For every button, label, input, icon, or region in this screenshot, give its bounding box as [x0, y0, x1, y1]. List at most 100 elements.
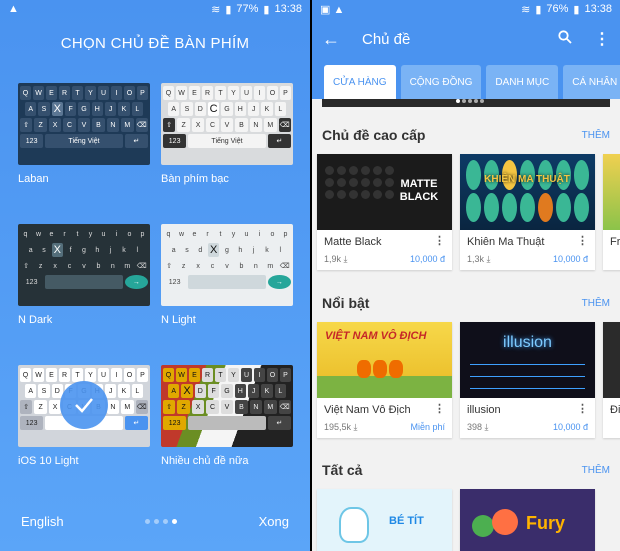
theme-price: 10,000 đ: [552, 254, 588, 264]
battery-icon: ▮: [573, 3, 580, 16]
card-menu-icon[interactable]: ⋮: [434, 236, 445, 248]
clock: 13:38: [584, 3, 612, 15]
download-icon: ⤓: [484, 422, 489, 432]
theme-preview: qwertyuiop asdXghjkl ⇧ z x c v b n m ⌫ 123 →: [161, 224, 293, 306]
page-title: CHỌN CHỦ ĐỀ BÀN PHÍM: [60, 35, 250, 52]
tab-community[interactable]: CỘNG ĐỒNG: [400, 65, 482, 99]
featured-banner[interactable]: [322, 99, 610, 107]
page-title: Chủ đề: [362, 30, 411, 48]
section-title: Tất cả: [322, 462, 363, 478]
theme-card[interactable]: VIỆT NAM VÔ ĐỊCH Việt Nam Vô Địch ⋮ 195,5…: [317, 322, 452, 438]
tab-store[interactable]: CỬA HÀNG: [324, 65, 396, 99]
theme-n-light[interactable]: qwertyuiop asdXghjkl ⇧ z x c v b n m ⌫ 123 → N Li…: [161, 224, 293, 326]
theme-card[interactable]: BÉ TÍT: [317, 489, 452, 551]
battery-level: 76%: [546, 3, 569, 15]
theme-name: N Dark: [18, 314, 53, 326]
theme-name: Laban: [18, 173, 49, 185]
theme-thumbnail: VIỆT NAM VÔ ĐỊCH: [317, 322, 452, 398]
clock: 13:38: [274, 3, 302, 15]
download-icon: ⤓: [343, 254, 348, 264]
signal-icon: ▮: [535, 3, 542, 16]
theme-name: N Light: [161, 314, 196, 326]
language-button[interactable]: English: [21, 514, 64, 529]
see-more-link[interactable]: THÊM: [582, 298, 610, 309]
more-options-icon[interactable]: ⋮: [594, 29, 610, 49]
download-count: 195,5k ⤓: [324, 422, 358, 432]
theme-more[interactable]: QWERTYUIOP AXDFGHJKL ⇧ Z X C V B N M ⌫ 123 ↵ Nhiề…: [161, 365, 293, 467]
wifi-icon: ≋: [211, 3, 221, 16]
theme-thumbnail: illusion: [460, 322, 595, 398]
card-menu-icon[interactable]: ⋮: [434, 404, 445, 416]
theme-card-name: Fr: [610, 236, 620, 248]
theme-card-name: illusion: [467, 404, 501, 416]
theme-thumbnail: [603, 322, 620, 398]
warning-icon: ▲: [8, 3, 19, 15]
theme-price: 10,000 đ: [552, 422, 588, 432]
theme-thumbnail: BÉ TÍT: [317, 489, 452, 551]
section-all: Tất cả THÊM BÉ TÍT Fury: [312, 459, 620, 551]
theme-preview: qwertyuiop asXfghjkl ⇧ z x c v b n m ⌫ 123 →: [18, 224, 150, 306]
card-menu-icon[interactable]: ⋮: [577, 404, 588, 416]
done-button[interactable]: Xong: [259, 514, 289, 529]
theme-thumbnail: Fury: [460, 489, 595, 551]
tab-categories[interactable]: DANH MỤC: [486, 65, 559, 99]
battery-icon: ▮: [263, 3, 270, 16]
download-count: 1,3k ⤓: [467, 254, 491, 264]
section-featured: Nổi bật THÊM VIỆT NAM VÔ ĐỊCH Việt Nam V…: [312, 292, 620, 438]
theme-preview: QWERTYUIOP ASXFGHJKL ⇧ Z X C V B N M ⌫ 123 Tiếng …: [18, 83, 150, 165]
theme-card-name: Việt Nam Vô Địch: [324, 404, 411, 416]
theme-card[interactable]: MATTE BLACK Matte Black ⋮ 1,9k ⤓ 10,000 đ: [317, 154, 452, 270]
theme-picker-panel: ▲ ≋ ▮ 77% ▮ 13:38 CHỌN CHỦ ĐỀ BÀN PHÍM Q…: [0, 0, 310, 551]
theme-card-name: Đi: [610, 404, 620, 416]
page-indicator: [145, 519, 178, 524]
theme-card[interactable]: illusion illusion ⋮ 398 ⤓ 10,000 đ: [460, 322, 595, 438]
theme-silver[interactable]: QWERTYUIOP ASDCGHJKL ⇧ Z X C V B N M ⌫ 123 Tiếng …: [161, 83, 293, 185]
download-icon: ⤓: [486, 254, 491, 264]
theme-price: Miễn phí: [410, 422, 445, 432]
theme-name: Bàn phím bạc: [161, 173, 229, 185]
theme-card-name: Khiên Ma Thuật: [467, 236, 545, 248]
download-icon: ⤓: [353, 422, 358, 432]
card-menu-icon[interactable]: ⋮: [577, 236, 588, 248]
theme-card[interactable]: Đi: [603, 322, 620, 438]
section-title: Nổi bật: [322, 295, 370, 311]
theme-laban[interactable]: QWERTYUIOP ASXFGHJKL ⇧ Z X C V B N M ⌫ 123 Tiếng …: [18, 83, 150, 185]
status-bar: ▲ ≋ ▮ 77% ▮ 13:38: [0, 0, 310, 18]
theme-card[interactable]: Fury: [460, 489, 595, 551]
see-more-link[interactable]: THÊM: [582, 130, 610, 141]
battery-level: 77%: [236, 3, 259, 15]
theme-card[interactable]: KHIÊN MA THUẬT Khiên Ma Thuật ⋮ 1,3k ⤓ 10…: [460, 154, 595, 270]
bottom-bar: English Xong: [0, 514, 310, 529]
section-premium: Chủ đề cao cấp THÊM MATTE BLACK Matte Bl…: [312, 124, 620, 270]
theme-name: Nhiều chủ đề nữa: [161, 455, 249, 467]
back-arrow-icon[interactable]: ←: [322, 29, 340, 50]
tab-bar: CỬA HÀNG CỘNG ĐỒNG DANH MỤC CÁ NHÂN: [312, 60, 620, 99]
image-icon: ▣: [320, 3, 331, 16]
theme-ios10-light[interactable]: QWERTYUIOP ASDFGHJKL ⇧ZXCVBNM⌫ 123↵ iOS …: [18, 365, 150, 467]
theme-card[interactable]: Fr: [603, 154, 620, 270]
selected-check-icon: [60, 381, 108, 429]
tab-personal[interactable]: CÁ NHÂN: [563, 65, 620, 99]
signal-icon: ▮: [225, 3, 232, 16]
warning-icon: ▲: [333, 3, 345, 16]
theme-thumbnail: KHIÊN MA THUẬT: [460, 154, 595, 230]
theme-n-dark[interactable]: qwertyuiop asXfghjkl ⇧ z x c v b n m ⌫ 123 → N Da…: [18, 224, 150, 326]
theme-thumbnail: [603, 154, 620, 230]
theme-thumbnail: MATTE BLACK: [317, 154, 452, 230]
status-bar: ▣ ▲ ≋ ▮ 76% ▮ 13:38: [312, 0, 620, 18]
theme-preview: QWERTYUIOP ASDFGHJKL ⇧ZXCVBNM⌫ 123↵: [18, 365, 150, 447]
banner-indicator: [456, 99, 484, 103]
theme-name: iOS 10 Light: [18, 455, 79, 467]
download-count: 398 ⤓: [467, 422, 489, 432]
download-count: 1,9k ⤓: [324, 254, 348, 264]
theme-store-panel: ▣ ▲ ≋ ▮ 76% ▮ 13:38 ← Chủ đề ⋮ CỬA HÀNG …: [312, 0, 620, 551]
theme-preview: QWERTYUIOP ASDCGHJKL ⇧ Z X C V B N M ⌫ 123 Tiếng …: [161, 83, 293, 165]
theme-price: 10,000 đ: [409, 254, 445, 264]
search-icon[interactable]: [558, 29, 572, 49]
section-title: Chủ đề cao cấp: [322, 127, 426, 143]
theme-card-name: Matte Black: [324, 236, 382, 248]
see-more-link[interactable]: THÊM: [582, 465, 610, 476]
wifi-icon: ≋: [521, 3, 531, 16]
theme-preview: QWERTYUIOP AXDFGHJKL ⇧ Z X C V B N M ⌫ 123 ↵: [161, 365, 293, 447]
app-header: ▣ ▲ ≋ ▮ 76% ▮ 13:38 ← Chủ đề ⋮ CỬA HÀNG …: [312, 0, 620, 99]
